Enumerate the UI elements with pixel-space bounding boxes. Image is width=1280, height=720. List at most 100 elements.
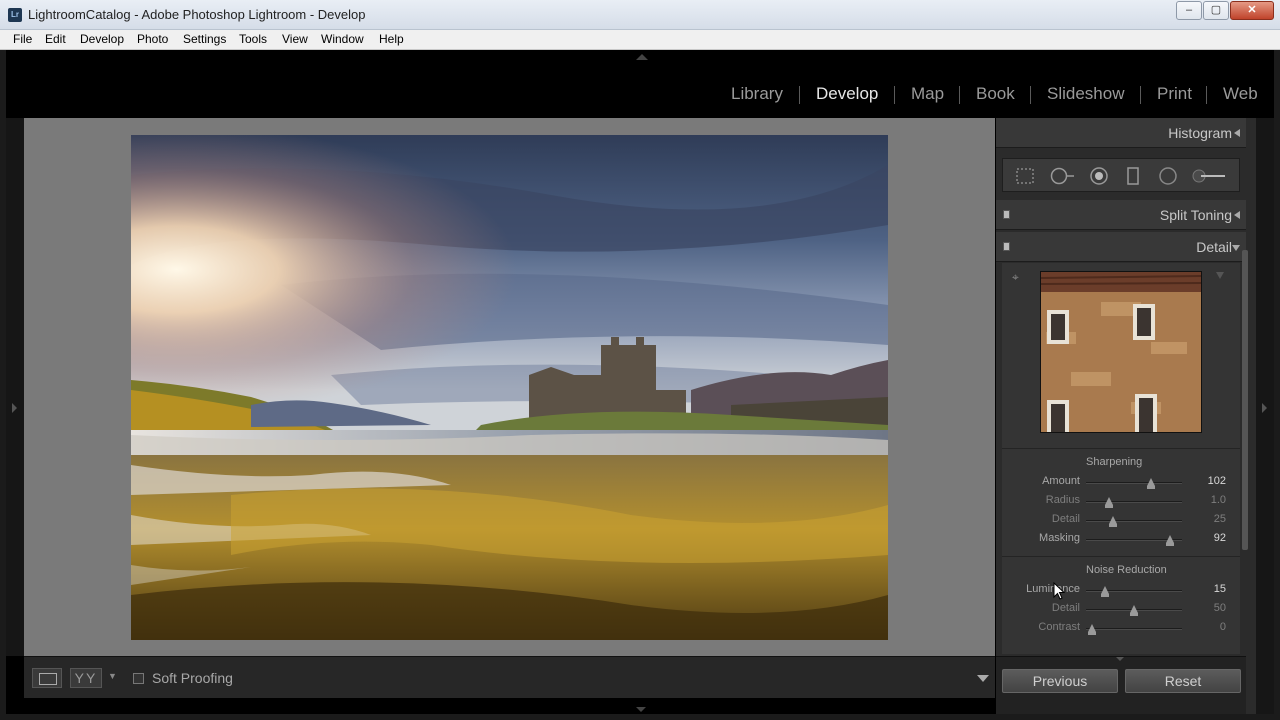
slider-track[interactable]: [1086, 535, 1182, 546]
slider-track[interactable]: [1086, 516, 1182, 527]
menu-tools[interactable]: Tools: [239, 32, 267, 46]
menu-help[interactable]: Help: [379, 32, 404, 46]
lightroom-window: Lr LightroomCatalog - Adobe Photoshop Li…: [0, 0, 1280, 720]
slider-track[interactable]: [1086, 478, 1182, 489]
graduated-filter-icon[interactable]: [1123, 167, 1143, 185]
collapse-triangle-icon: [1234, 129, 1240, 137]
adjustment-brush-icon[interactable]: [1191, 167, 1227, 185]
module-web[interactable]: Web: [1223, 84, 1258, 104]
menu-develop[interactable]: Develop: [80, 32, 124, 46]
module-book[interactable]: Book: [976, 84, 1015, 104]
right-panel-edge[interactable]: [1256, 118, 1274, 714]
slider-label: Detail: [1051, 513, 1080, 525]
red-eye-icon[interactable]: [1089, 167, 1109, 185]
split-toning-panel-header[interactable]: Split Toning: [996, 200, 1246, 230]
sharpening-amount-slider[interactable]: Amount 102: [1002, 473, 1240, 492]
maximize-button[interactable]: ▢: [1203, 1, 1229, 20]
slider-value[interactable]: 0: [1220, 621, 1226, 633]
tool-strip: [1002, 158, 1240, 192]
detail-panel-title: Detail: [1196, 239, 1232, 255]
slider-label: Amount: [1042, 475, 1080, 487]
slider-value[interactable]: 1.0: [1211, 494, 1226, 506]
preview-clipping-toggle-icon[interactable]: [1216, 272, 1224, 279]
toolbar-content-dropdown-icon[interactable]: [977, 675, 989, 682]
menu-edit[interactable]: Edit: [45, 32, 66, 46]
noise-contrast-slider[interactable]: Contrast 0: [1002, 619, 1240, 638]
soft-proofing-label[interactable]: Soft Proofing: [152, 670, 233, 686]
slider-value[interactable]: 102: [1208, 475, 1226, 487]
menu-file[interactable]: File: [13, 32, 32, 46]
slider-value[interactable]: 15: [1214, 583, 1226, 595]
photo-image[interactable]: [131, 135, 888, 640]
detail-preview-image[interactable]: [1040, 271, 1202, 433]
before-after-view-button[interactable]: YY: [70, 668, 102, 688]
mouse-cursor-icon: [1053, 582, 1065, 600]
slider-label: Contrast: [1038, 621, 1080, 633]
detail-panel-header[interactable]: Detail: [996, 232, 1246, 262]
slider-value[interactable]: 25: [1214, 513, 1226, 525]
split-toning-panel-title: Split Toning: [1159, 207, 1232, 223]
slider-value[interactable]: 92: [1214, 532, 1226, 544]
sharpening-masking-slider[interactable]: Masking 92: [1002, 530, 1240, 549]
slider-thumb[interactable]: [1101, 586, 1110, 597]
noise-reduction-title: Noise Reduction: [1086, 564, 1167, 576]
module-print[interactable]: Print: [1157, 84, 1192, 104]
module-slideshow[interactable]: Slideshow: [1047, 84, 1125, 104]
slider-track[interactable]: [1086, 497, 1182, 508]
slider-thumb[interactable]: [1130, 605, 1138, 616]
close-button[interactable]: ✕: [1230, 1, 1274, 20]
slider-thumb[interactable]: [1165, 535, 1174, 546]
develop-toolbar: YY ▼ Soft Proofing: [24, 656, 995, 698]
right-panel-scrollbar[interactable]: [1242, 250, 1248, 550]
view-mode-dropdown-icon[interactable]: ▼: [108, 671, 117, 681]
noise-detail-slider[interactable]: Detail 50: [1002, 600, 1240, 619]
slider-thumb[interactable]: [1147, 478, 1156, 489]
filmstrip-toggle-icon[interactable]: [636, 707, 646, 712]
panel-toggle-switch[interactable]: [1003, 242, 1010, 251]
slider-thumb[interactable]: [1108, 516, 1117, 527]
previous-button[interactable]: Previous: [1002, 669, 1118, 693]
module-library[interactable]: Library: [731, 84, 783, 104]
slider-value[interactable]: 50: [1214, 602, 1226, 614]
panel-end-marker-icon: [1116, 657, 1124, 661]
slider-track[interactable]: [1086, 586, 1182, 597]
menu-settings[interactable]: Settings: [183, 32, 226, 46]
loupe-view-button[interactable]: [32, 668, 62, 688]
module-develop[interactable]: Develop: [816, 84, 878, 104]
reset-button[interactable]: Reset: [1125, 669, 1241, 693]
histogram-panel-header[interactable]: Histogram: [996, 118, 1246, 148]
slider-thumb[interactable]: [1087, 624, 1096, 635]
histogram-panel-title: Histogram: [1168, 125, 1232, 141]
right-panel-toggle-icon[interactable]: [1262, 403, 1267, 413]
section-divider: [1002, 448, 1240, 449]
window-title: LightroomCatalog - Adobe Photoshop Light…: [28, 7, 366, 22]
noise-luminance-slider[interactable]: Luminance 15: [1002, 581, 1240, 600]
left-panel-edge[interactable]: [6, 118, 24, 656]
module-map[interactable]: Map: [911, 84, 944, 104]
panel-toggle-switch[interactable]: [1003, 210, 1010, 219]
image-canvas[interactable]: [24, 118, 995, 656]
menu-photo[interactable]: Photo: [137, 32, 168, 46]
slider-track[interactable]: [1086, 605, 1182, 616]
section-divider: [1002, 556, 1240, 557]
spot-removal-icon[interactable]: [1049, 167, 1075, 185]
menu-view[interactable]: View: [282, 32, 308, 46]
minimize-button[interactable]: –: [1176, 1, 1202, 20]
radial-filter-icon[interactable]: [1158, 167, 1178, 185]
left-panel-toggle-icon[interactable]: [12, 403, 17, 413]
sharpening-detail-slider[interactable]: Detail 25: [1002, 511, 1240, 530]
sharpening-radius-slider[interactable]: Radius 1.0: [1002, 492, 1240, 511]
top-panel-toggle-icon[interactable]: [636, 54, 648, 60]
module-separator: [1140, 86, 1141, 104]
menu-window[interactable]: Window: [321, 32, 364, 46]
module-separator: [799, 86, 800, 104]
right-panel: Histogram Split Toning Detail ⌖ Sharpeni…: [996, 118, 1256, 714]
expand-triangle-icon: [1232, 245, 1240, 251]
stone-wall-preview: [1041, 272, 1201, 432]
target-adjust-icon[interactable]: ⌖: [1012, 271, 1024, 283]
slider-thumb[interactable]: [1105, 497, 1114, 508]
slider-track[interactable]: [1086, 624, 1182, 635]
soft-proofing-checkbox[interactable]: [133, 673, 144, 684]
module-separator: [959, 86, 960, 104]
crop-overlay-icon[interactable]: [1015, 167, 1035, 185]
